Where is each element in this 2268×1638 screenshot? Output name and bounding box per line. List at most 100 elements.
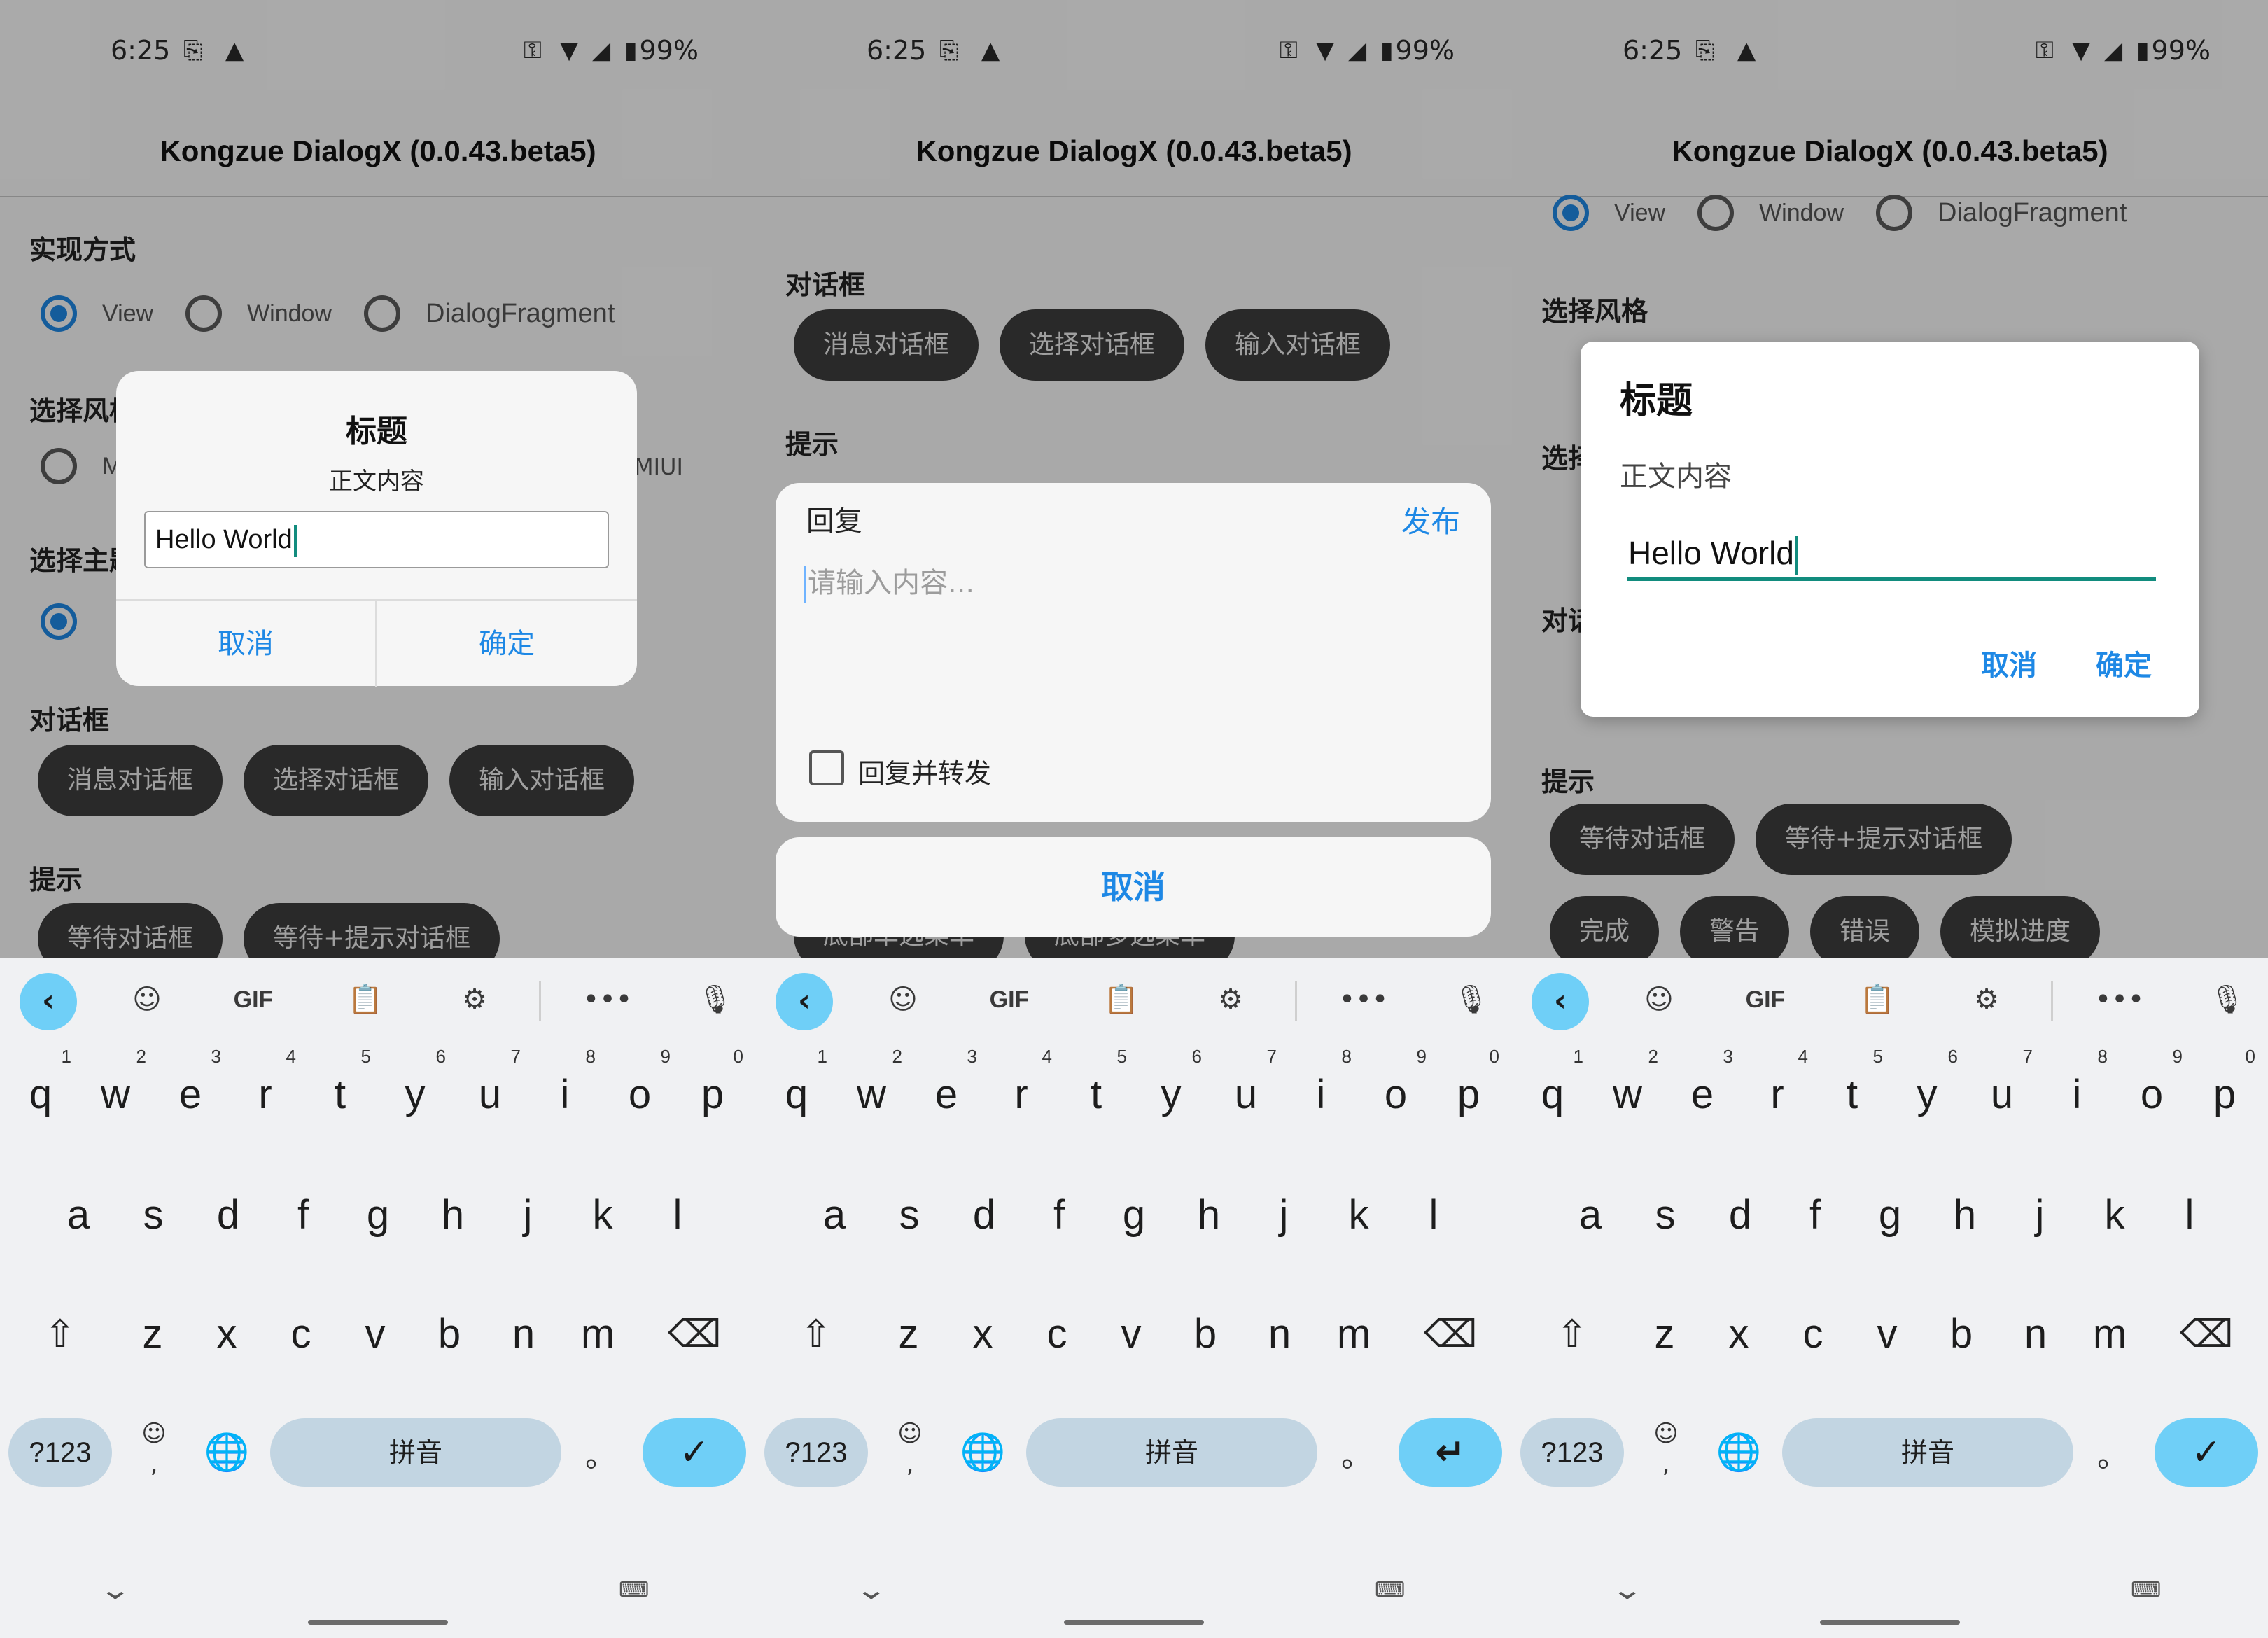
key-o[interactable]: o9 [1361,1046,1431,1137]
key-r[interactable]: r4 [1742,1046,1812,1137]
mic-icon[interactable]: 🎙 [1445,973,1498,1026]
space-key[interactable]: 拼音 [1782,1418,2073,1487]
key-x[interactable]: x [192,1292,262,1376]
key-n[interactable]: n [1245,1292,1315,1376]
key-i[interactable]: i8 [2042,1046,2112,1137]
key-f[interactable]: f [268,1173,338,1257]
key-y[interactable]: y6 [380,1046,450,1137]
key-q[interactable]: q1 [762,1046,832,1137]
period-key[interactable]: 。 [574,1418,627,1487]
key-h[interactable]: h [1174,1173,1244,1257]
period-key[interactable]: 。 [2086,1418,2139,1487]
ok-button[interactable]: 确定 [2096,643,2152,683]
key-o[interactable]: o9 [605,1046,675,1137]
keyboard-switch-icon[interactable]: ⌨ [1375,1578,1405,1602]
backspace-icon[interactable]: ⌫ [1415,1292,1485,1376]
key-a[interactable]: a [1555,1173,1625,1257]
key-t[interactable]: t5 [1061,1046,1131,1137]
forward-checkbox[interactable] [809,750,844,785]
key-t[interactable]: t5 [305,1046,375,1137]
done-check-icon[interactable]: ✓ [643,1418,746,1487]
space-key[interactable]: 拼音 [270,1418,561,1487]
keyboard-collapse-icon[interactable]: ⌄ [99,1574,132,1606]
key-v[interactable]: v [1852,1292,1922,1376]
mic-icon[interactable]: 🎙 [689,973,742,1026]
reply-input-field[interactable]: 请输入内容... [804,560,974,603]
key-a[interactable]: a [43,1173,113,1257]
key-m[interactable]: m [563,1292,633,1376]
key-p[interactable]: p0 [2190,1046,2260,1137]
key-x[interactable]: x [948,1292,1018,1376]
key-w[interactable]: w2 [836,1046,906,1137]
settings-icon[interactable]: ⚙ [1204,973,1257,1026]
key-b[interactable]: b [414,1292,484,1376]
keyboard-collapse-icon[interactable]: ⌄ [1611,1574,1644,1606]
keyboard-switch-icon[interactable]: ⌨ [2131,1578,2161,1602]
key-a[interactable]: a [799,1173,869,1257]
key-z[interactable]: z [118,1292,188,1376]
gesture-nav-bar[interactable] [1064,1620,1204,1625]
key-g[interactable]: g [1855,1173,1925,1257]
key-g[interactable]: g [343,1173,413,1257]
key-s[interactable]: s [1630,1173,1700,1257]
keyboard-switch-icon[interactable]: ⌨ [619,1578,649,1602]
sheet-cancel-button[interactable]: 取消 [776,837,1491,937]
key-p[interactable]: p0 [1434,1046,1504,1137]
keyboard-back-icon[interactable]: ‹ [20,973,77,1030]
clipboard-icon[interactable]: 📋 [1851,973,1904,1026]
keyboard-back-icon[interactable]: ‹ [1532,973,1589,1030]
key-j[interactable]: j [2005,1173,2075,1257]
cancel-button[interactable]: 取消 [1981,643,2037,683]
shift-icon[interactable]: ⇧ [25,1292,95,1376]
key-l[interactable]: l [2155,1173,2225,1257]
key-x[interactable]: x [1704,1292,1774,1376]
key-y[interactable]: y6 [1892,1046,1962,1137]
key-n[interactable]: n [489,1292,559,1376]
key-u[interactable]: u7 [1211,1046,1281,1137]
ok-button[interactable]: 确定 [377,601,637,687]
key-c[interactable]: c [266,1292,336,1376]
emoji-comma-key[interactable]: ☺, [1645,1418,1687,1487]
key-l[interactable]: l [643,1173,713,1257]
key-e[interactable]: e3 [155,1046,225,1137]
key-v[interactable]: v [340,1292,410,1376]
key-z[interactable]: z [874,1292,944,1376]
key-w[interactable]: w2 [1592,1046,1662,1137]
gif-button[interactable]: GIF [1739,973,1792,1026]
key-j[interactable]: j [1249,1173,1319,1257]
publish-button[interactable]: 发布 [1401,498,1460,541]
key-u[interactable]: u7 [1967,1046,2037,1137]
key-w[interactable]: w2 [80,1046,150,1137]
key-r[interactable]: r4 [986,1046,1056,1137]
key-d[interactable]: d [193,1173,263,1257]
key-k[interactable]: k [568,1173,638,1257]
key-n[interactable]: n [2001,1292,2071,1376]
key-q[interactable]: q1 [1518,1046,1588,1137]
gesture-nav-bar[interactable] [1820,1620,1960,1625]
key-g[interactable]: g [1099,1173,1169,1257]
globe-icon[interactable]: 🌐 [1709,1418,1768,1487]
key-p[interactable]: p0 [678,1046,748,1137]
settings-icon[interactable]: ⚙ [448,973,501,1026]
backspace-icon[interactable]: ⌫ [659,1292,729,1376]
emoji-comma-key[interactable]: ☺, [133,1418,175,1487]
globe-icon[interactable]: 🌐 [197,1418,256,1487]
key-o[interactable]: o9 [2117,1046,2187,1137]
key-u[interactable]: u7 [455,1046,525,1137]
sticker-icon[interactable]: ☺ [876,973,930,1026]
key-l[interactable]: l [1399,1173,1469,1257]
more-icon[interactable]: ••• [1337,973,1390,1026]
key-d[interactable]: d [949,1173,1019,1257]
mic-icon[interactable]: 🎙 [2201,973,2254,1026]
key-k[interactable]: k [1324,1173,1394,1257]
gif-button[interactable]: GIF [983,973,1036,1026]
enter-icon[interactable]: ↵ [1399,1418,1502,1487]
symbols-key[interactable]: ?123 [8,1418,112,1487]
key-q[interactable]: q1 [6,1046,76,1137]
globe-icon[interactable]: 🌐 [953,1418,1012,1487]
key-c[interactable]: c [1022,1292,1092,1376]
cancel-button[interactable]: 取消 [116,601,377,687]
backspace-icon[interactable]: ⌫ [2171,1292,2241,1376]
key-y[interactable]: y6 [1136,1046,1206,1137]
key-m[interactable]: m [2075,1292,2145,1376]
